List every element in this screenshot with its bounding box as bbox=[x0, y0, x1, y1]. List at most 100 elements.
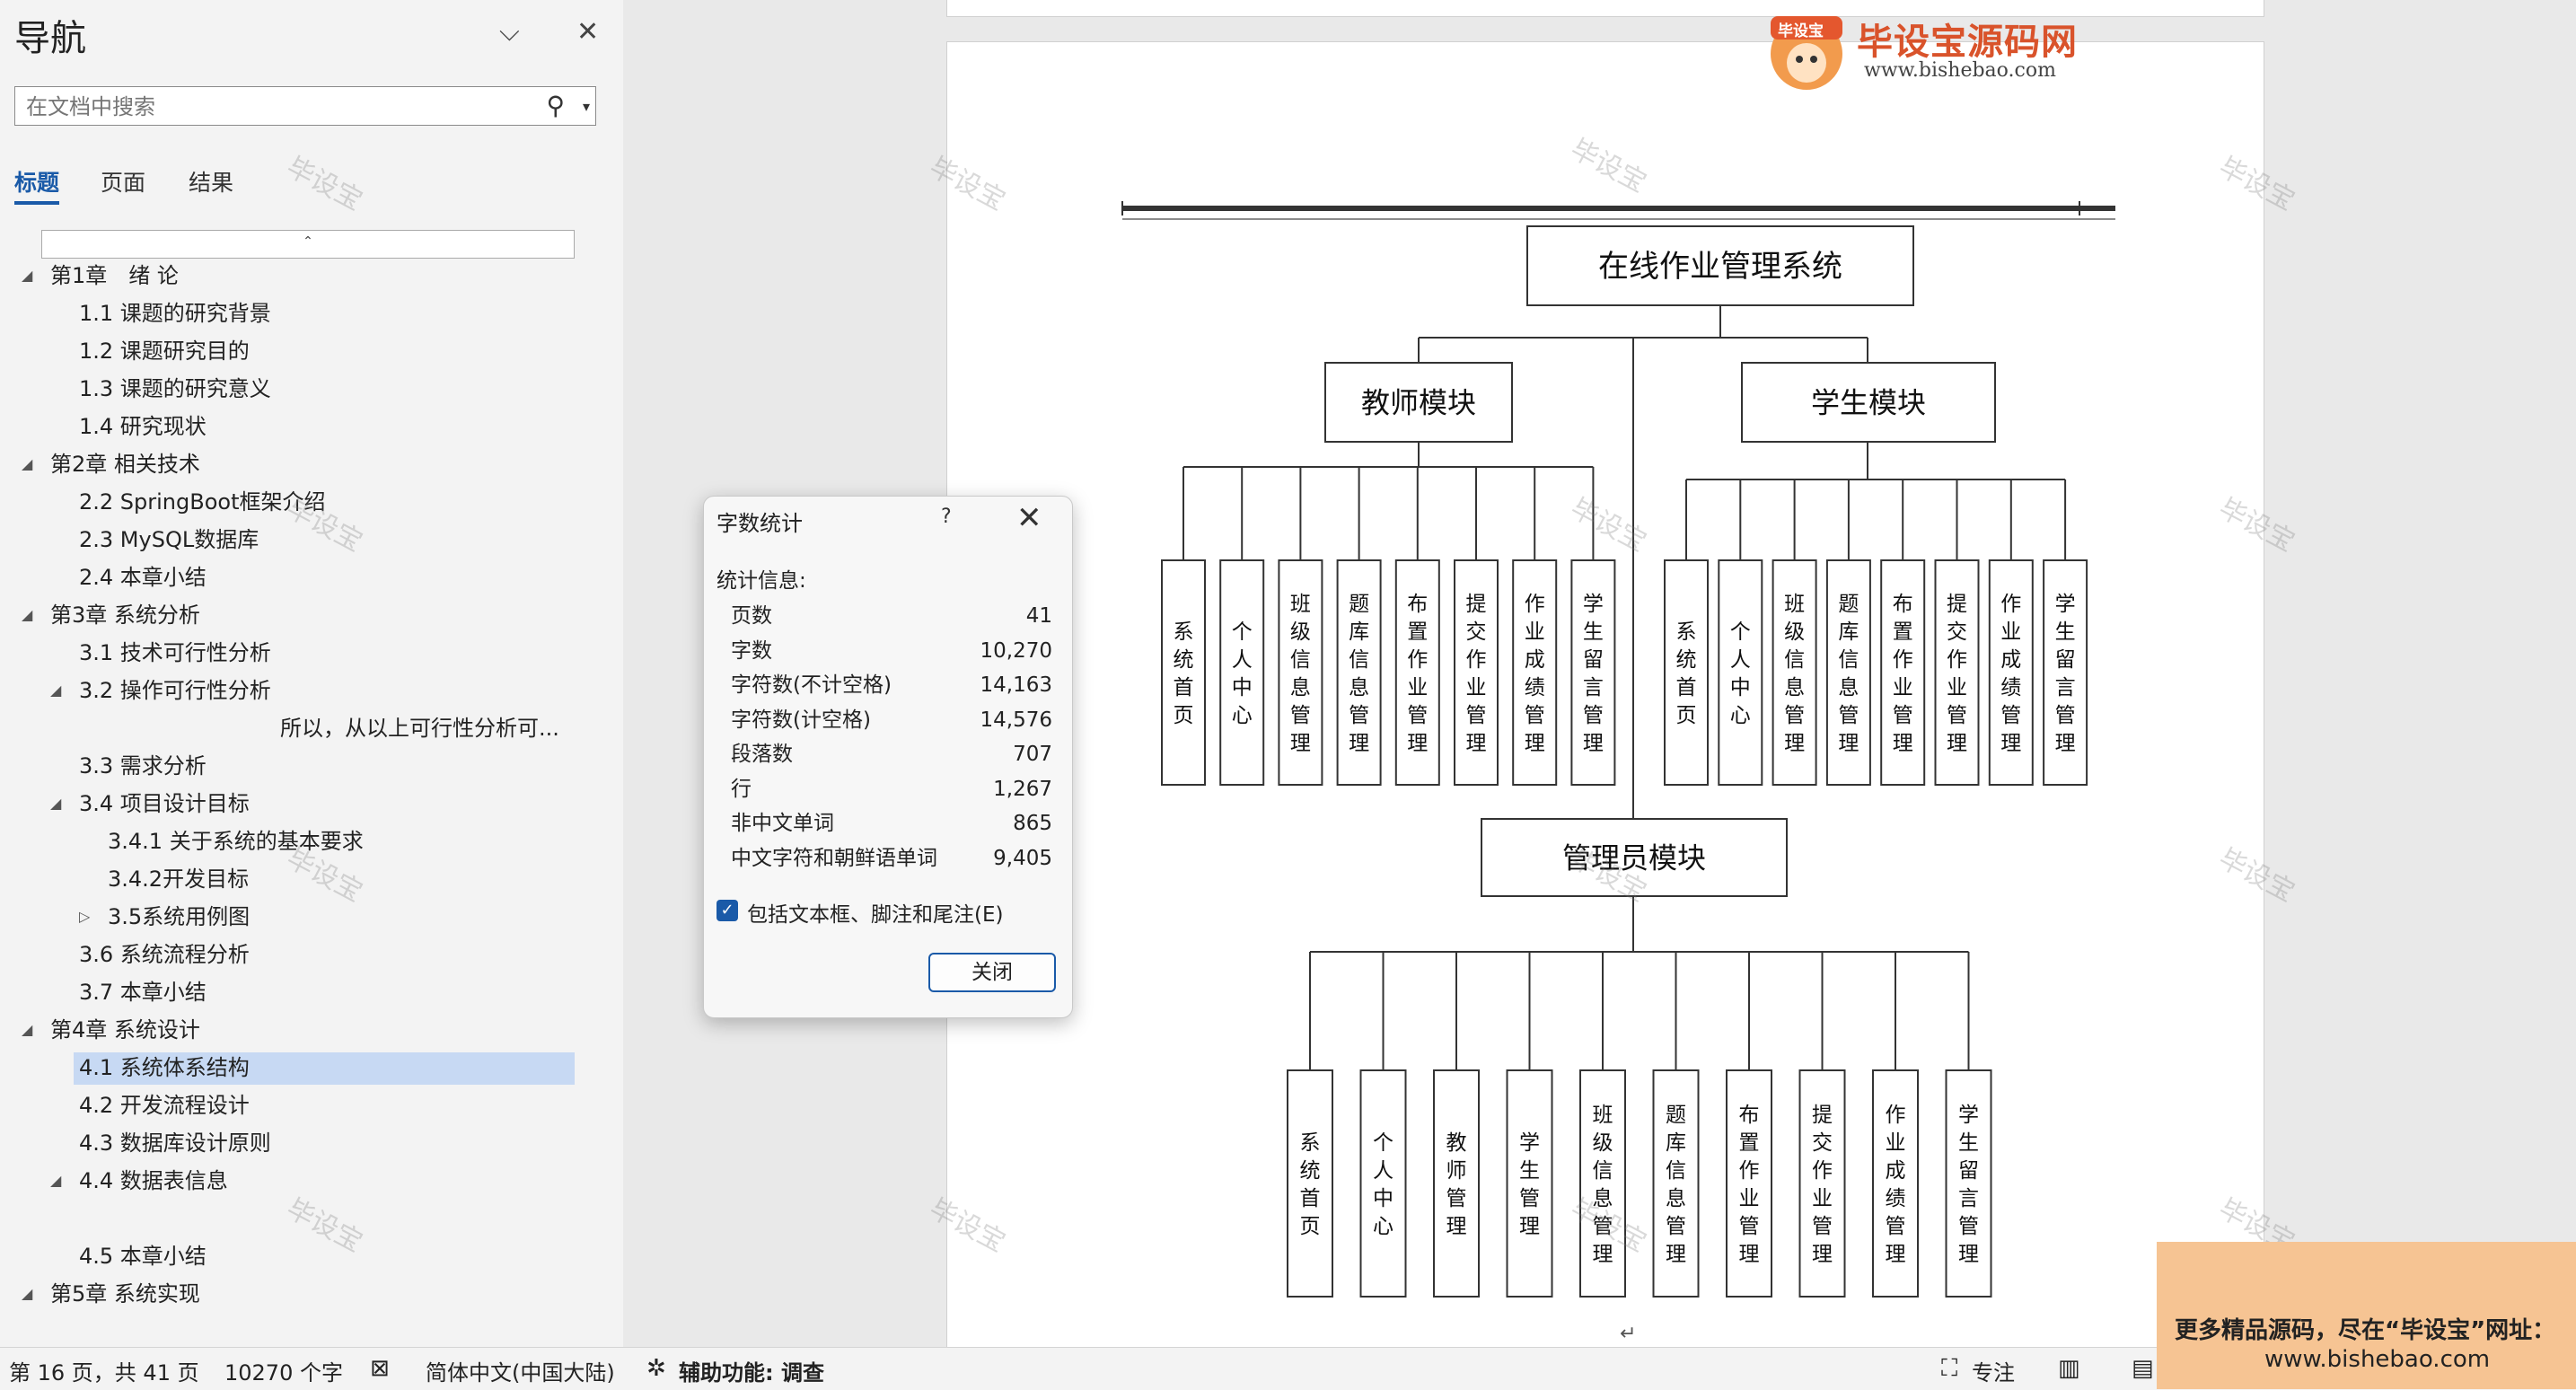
leaf-box-char: 管 bbox=[1958, 1215, 1979, 1238]
nav-item-label: 第3章 系统分析 bbox=[50, 603, 200, 628]
admin-child-box bbox=[1359, 1069, 1407, 1298]
page-indicator[interactable]: 第 16 页，共 41 页 bbox=[9, 1355, 199, 1386]
nav-heading-item[interactable]: 3.3 需求分析 bbox=[0, 749, 623, 783]
nav-heading-item[interactable]: 1.2 课题研究目的 bbox=[0, 334, 623, 368]
nav-heading-item[interactable]: 1.3 课题的研究意义 bbox=[0, 372, 623, 406]
close-icon[interactable]: ✕ bbox=[1016, 500, 1042, 536]
nav-chapter-item[interactable]: ◢ 第2章 相关技术 bbox=[0, 447, 623, 481]
stat-value: 41 bbox=[1025, 604, 1052, 628]
nav-heading-item[interactable]: 3.6 系统流程分析 bbox=[0, 937, 623, 972]
admin-child-box bbox=[1287, 1069, 1333, 1298]
nav-item-label: 3.4 项目设计目标 bbox=[79, 791, 250, 816]
collapse-arrow-icon[interactable]: ◢ bbox=[22, 1277, 32, 1311]
collapse-arrow-icon[interactable]: ◢ bbox=[22, 598, 32, 632]
nav-heading-item[interactable]: 3.4.2开发目标 bbox=[0, 862, 623, 896]
nav-chapter-item[interactable]: ◢ 第4章 系统设计 bbox=[0, 1013, 623, 1047]
leaf-box-char: 交 bbox=[1466, 620, 1487, 644]
nav-heading-item[interactable]: ▷ 3.5系统用例图 bbox=[0, 900, 623, 934]
checkmark-icon[interactable]: ✓ bbox=[717, 900, 738, 921]
nav-heading-item[interactable]: 2.2 SpringBoot框架介绍 bbox=[0, 485, 623, 519]
collapse-arrow-icon[interactable]: ◢ bbox=[22, 259, 32, 293]
focus-icon[interactable]: ⛶ bbox=[1941, 1355, 1957, 1383]
leaf-box-char: 管 bbox=[1349, 704, 1369, 727]
accessibility-indicator[interactable]: 辅助功能: 调查 bbox=[679, 1355, 824, 1386]
nav-item-label: 3.4.2开发目标 bbox=[108, 867, 250, 892]
collapse-arrow-icon[interactable]: ◢ bbox=[22, 1013, 32, 1047]
leaf-box-char: 管 bbox=[1893, 704, 1913, 727]
nav-item-label: 1.3 课题的研究意义 bbox=[79, 376, 271, 401]
leaf-box-char: 个 bbox=[1730, 620, 1751, 644]
accessibility-icon[interactable]: ✲ bbox=[646, 1355, 666, 1382]
read-mode-icon[interactable]: ▥ bbox=[2058, 1355, 2080, 1382]
tab-pages[interactable]: 页面 bbox=[101, 165, 145, 198]
nav-heading-item[interactable]: 1.1 课题的研究背景 bbox=[0, 296, 623, 330]
leaf-box-char: 作 bbox=[2000, 593, 2021, 616]
search-icon[interactable]: ⚲ bbox=[546, 91, 565, 120]
nav-chapter-item[interactable]: ◢ 第1章 绪 论 bbox=[0, 259, 623, 293]
leaf-box-char: 业 bbox=[1739, 1187, 1760, 1210]
expand-arrow-icon[interactable]: ▷ bbox=[79, 900, 90, 934]
leaf-box-char: 置 bbox=[1407, 620, 1428, 644]
leaf-box-char: 作 bbox=[1466, 648, 1487, 672]
leaf-box-char: 管 bbox=[1947, 704, 1967, 727]
nav-item-label: 3.5系统用例图 bbox=[108, 904, 251, 929]
nav-chapter-item[interactable]: ◢ 第5章 系统实现 bbox=[0, 1277, 623, 1311]
nav-item-label: 2.3 MySQL数据库 bbox=[79, 527, 259, 552]
proofing-icon[interactable]: ⊠ bbox=[370, 1355, 390, 1382]
nav-item-label: 所以，从以上可行性分析可... bbox=[280, 716, 559, 741]
nav-chapter-item[interactable]: ◢ 第3章 系统分析 bbox=[0, 598, 623, 632]
nav-heading-item[interactable]: 4.2 开发流程设计 bbox=[0, 1088, 623, 1122]
nav-heading-item[interactable]: 4.5 本章小结 bbox=[0, 1239, 623, 1273]
nav-heading-item[interactable] bbox=[0, 1201, 623, 1236]
leaf-box-char: 提 bbox=[1812, 1104, 1833, 1127]
leaf-box-char: 理 bbox=[1290, 732, 1311, 755]
leaf-box-char: 理 bbox=[1958, 1243, 1979, 1266]
leaf-box-char: 中 bbox=[1373, 1187, 1394, 1210]
chevron-down-icon[interactable]: ⌵ bbox=[499, 16, 520, 48]
chevron-down-icon[interactable]: ▾ bbox=[583, 98, 590, 115]
tab-results[interactable]: 结果 bbox=[189, 165, 233, 198]
student-module-box-label: 学生模块 bbox=[1811, 386, 1926, 420]
nav-heading-item[interactable]: 4.1 系统体系结构 bbox=[0, 1051, 623, 1085]
collapse-arrow-icon[interactable]: ◢ bbox=[50, 1164, 61, 1198]
promo-line-1: 更多精品源码，尽在“毕设宝”网址： bbox=[2175, 1317, 2556, 1344]
stat-value: 14,576 bbox=[980, 708, 1052, 732]
leaf-box-char: 作 bbox=[1407, 648, 1428, 672]
leaf-box-char: 作 bbox=[1525, 593, 1545, 616]
stat-row: 字数 10,270 bbox=[731, 634, 1052, 668]
leaf-box-char: 学 bbox=[1519, 1131, 1540, 1155]
help-icon[interactable]: ? bbox=[941, 506, 952, 528]
focus-mode-button[interactable]: 专注 bbox=[1972, 1355, 2015, 1386]
tree-scroll-indicator[interactable]: ⌃ bbox=[41, 230, 575, 259]
nav-heading-item[interactable]: 4.3 数据库设计原则 bbox=[0, 1126, 623, 1160]
close-button[interactable]: 关闭 bbox=[928, 953, 1056, 992]
nav-heading-item[interactable]: 所以，从以上可行性分析可... bbox=[0, 711, 623, 745]
leaf-box-char: 业 bbox=[1812, 1187, 1833, 1210]
nav-heading-item[interactable]: ◢ 4.4 数据表信息 bbox=[0, 1164, 623, 1198]
word-count-indicator[interactable]: 10270 个字 bbox=[224, 1355, 343, 1386]
leaf-box-char: 作 bbox=[1886, 1104, 1906, 1127]
collapse-arrow-icon[interactable]: ◢ bbox=[50, 787, 61, 821]
print-layout-icon[interactable]: ▤ bbox=[2132, 1355, 2154, 1382]
nav-heading-item[interactable]: ◢ 3.2 操作可行性分析 bbox=[0, 673, 623, 708]
nav-heading-item[interactable]: 3.1 技术可行性分析 bbox=[0, 636, 623, 670]
stat-row: 非中文单词 865 bbox=[731, 806, 1052, 840]
leaf-box-char: 管 bbox=[1739, 1215, 1760, 1238]
nav-heading-item[interactable]: 3.4.1 关于系统的基本要求 bbox=[0, 824, 623, 858]
collapse-arrow-icon[interactable]: ◢ bbox=[50, 673, 61, 708]
nav-item-label: 4.3 数据库设计原则 bbox=[79, 1130, 271, 1156]
nav-heading-item[interactable]: 2.4 本章小结 bbox=[0, 560, 623, 594]
stat-row: 字符数(不计空格) 14,163 bbox=[731, 668, 1052, 702]
leaf-box-char: 班 bbox=[1784, 593, 1805, 616]
leaf-box-char: 人 bbox=[1730, 648, 1751, 672]
language-indicator[interactable]: 简体中文(中国大陆) bbox=[426, 1355, 615, 1386]
nav-heading-item[interactable]: 2.3 MySQL数据库 bbox=[0, 523, 623, 557]
collapse-arrow-icon[interactable]: ◢ bbox=[22, 447, 32, 481]
nav-heading-item[interactable]: 3.7 本章小结 bbox=[0, 975, 623, 1009]
tab-headings[interactable]: 标题 bbox=[14, 165, 60, 205]
nav-heading-item[interactable]: ◢ 3.4 项目设计目标 bbox=[0, 787, 623, 821]
leaf-box-char: 息 bbox=[1838, 676, 1859, 699]
nav-heading-item[interactable]: 1.4 研究现状 bbox=[0, 409, 623, 444]
close-icon[interactable]: ✕ bbox=[576, 16, 599, 48]
search-input[interactable] bbox=[24, 91, 531, 123]
